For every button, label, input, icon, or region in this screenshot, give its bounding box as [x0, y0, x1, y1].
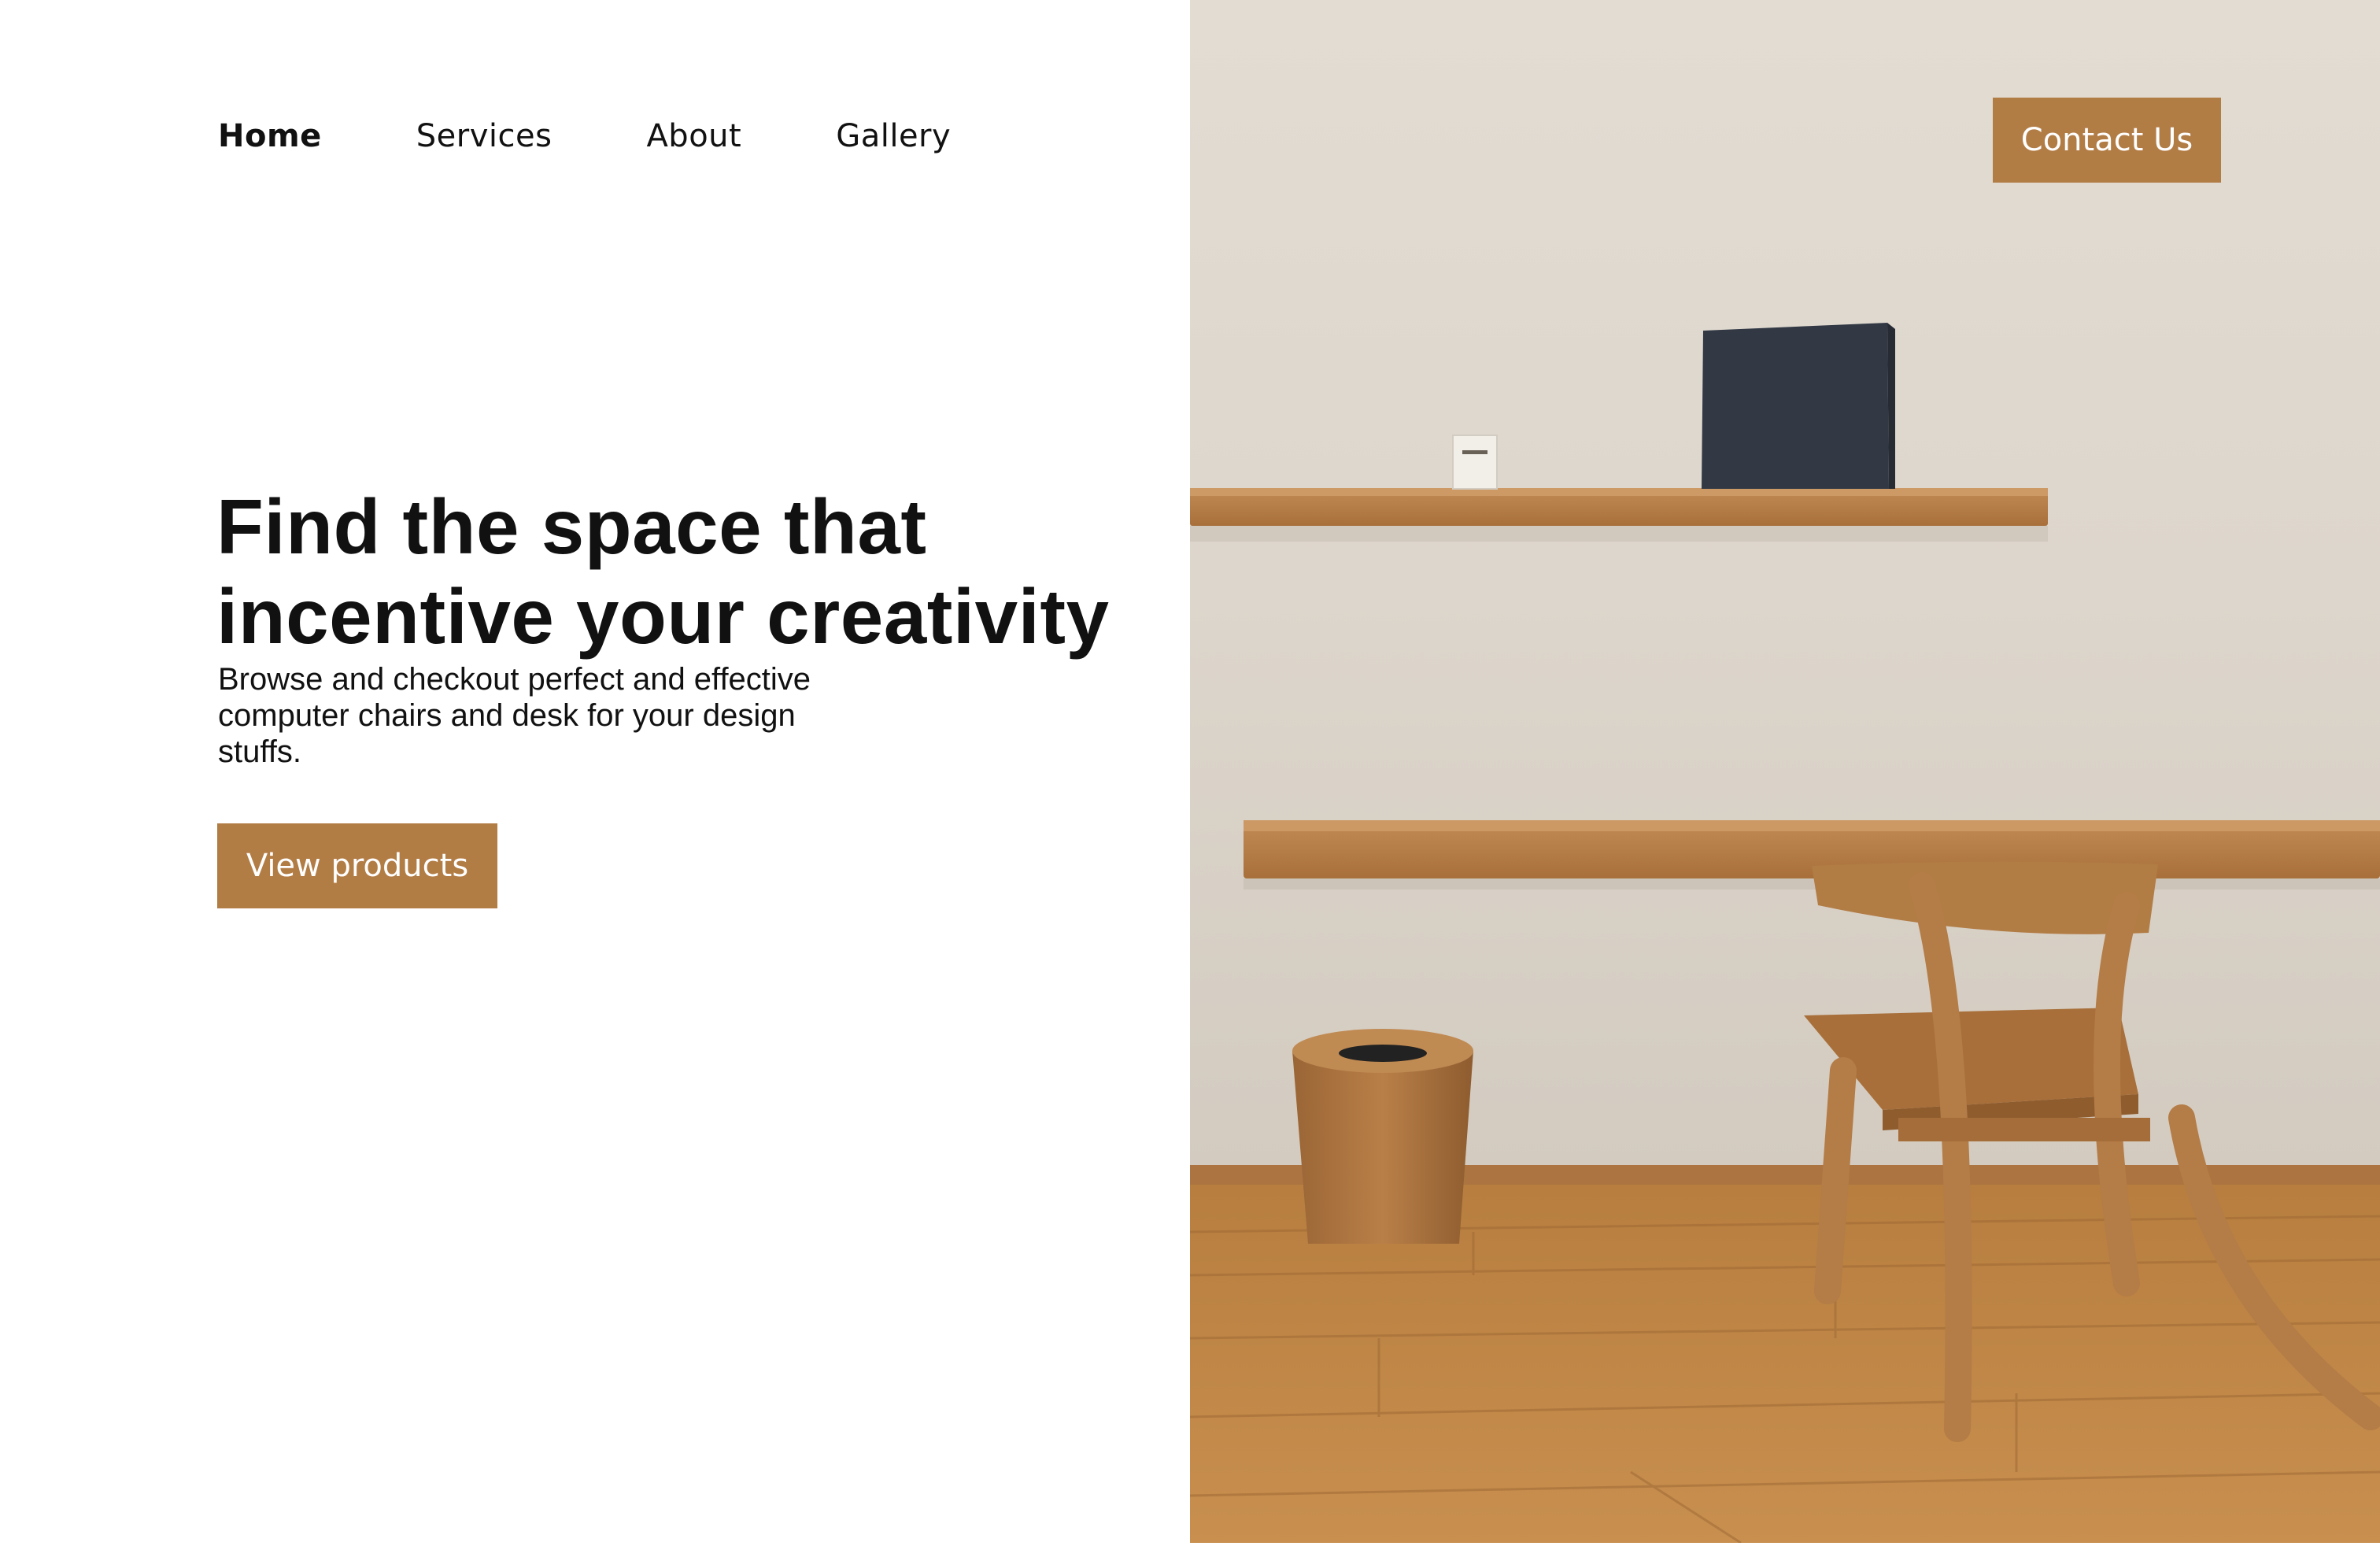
left-panel: Home Services About Gallery Find the spa…	[0, 0, 1190, 1546]
nav-item-home[interactable]: Home	[218, 118, 322, 154]
nav-item-about[interactable]: About	[646, 118, 741, 154]
hero-subtitle: Browse and checkout perfect and effectiv…	[218, 662, 811, 769]
view-products-button[interactable]: View products	[217, 823, 497, 908]
nav-item-gallery[interactable]: Gallery	[836, 118, 951, 154]
contact-us-button[interactable]: Contact Us	[1993, 98, 2221, 183]
hero-image	[1190, 0, 2380, 1543]
hero-title-line-2: incentive your creativity	[216, 573, 1110, 660]
workspace-photo	[1190, 0, 2380, 1543]
hero-title: Find the space that incentive your creat…	[216, 482, 1161, 661]
main-nav: Home Services About Gallery	[218, 118, 951, 154]
nav-item-services[interactable]: Services	[416, 118, 552, 154]
hero-title-line-1: Find the space that	[216, 483, 927, 570]
